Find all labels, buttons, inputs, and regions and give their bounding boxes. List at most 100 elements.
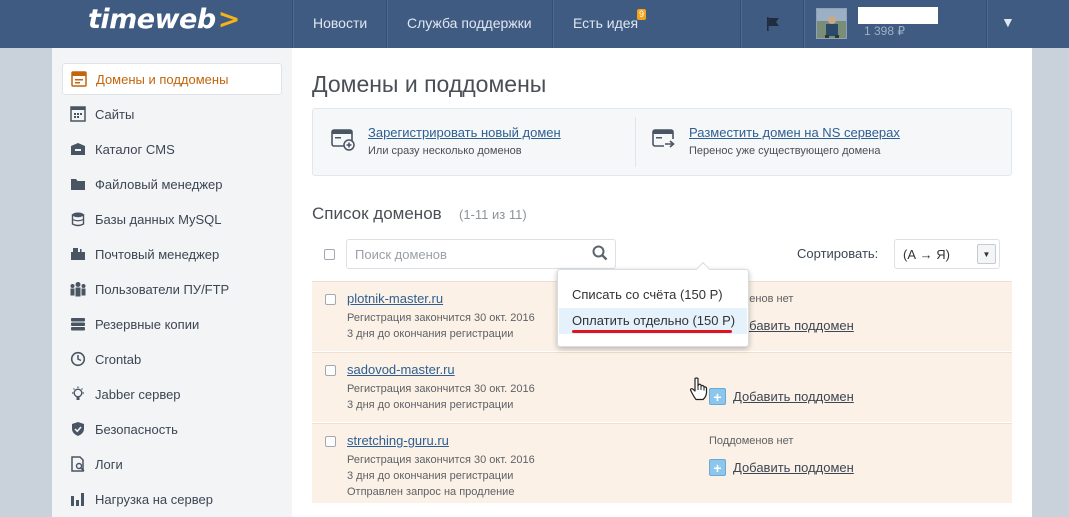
register-domain-hint: Или сразу несколько доменов: [368, 145, 522, 157]
database-icon: [69, 211, 87, 227]
backup-icon: [69, 316, 87, 332]
domain-name-link[interactable]: plotnik-master.ru: [347, 291, 443, 306]
sidebar-item-crontab[interactable]: Crontab: [62, 343, 282, 375]
account-balance: 1 398 ₽: [864, 24, 905, 38]
sidebar-item-label: Безопасность: [95, 421, 178, 437]
idea-count-badge: 9: [637, 9, 647, 20]
domain-actions-panel: Зарегистрировать новый домен Или сразу н…: [312, 108, 1012, 176]
sidebar-item-backups[interactable]: Резервные копии: [62, 308, 282, 340]
sidebar-item-label: Crontab: [95, 351, 142, 367]
domain-days-left: 3 дня до окончания регистрации: [347, 470, 514, 482]
sidebar-item-domains[interactable]: Домены и поддомены: [62, 63, 282, 95]
domain-checkbox[interactable]: [325, 436, 336, 447]
sort-label: Сортировать:: [797, 246, 879, 261]
register-domain-link[interactable]: Зарегистрировать новый домен: [368, 125, 561, 140]
domain-list-count: (1-11 из 11): [459, 207, 527, 222]
sidebar-item-logs[interactable]: Логи: [62, 448, 282, 480]
sidebar-item-label: Резервные копии: [95, 316, 200, 332]
sidebar-item-label: Нагрузка на сервер: [95, 491, 213, 507]
ns-domain-link[interactable]: Разместить домен на NS серверах: [689, 125, 900, 140]
sites-icon: [69, 106, 87, 122]
domain-row: sadovod-master.ru Регистрация закончится…: [312, 352, 1012, 422]
sidebar-item-label: Jabber сервер: [95, 386, 181, 402]
search-input[interactable]: [355, 247, 585, 262]
domain-checkbox[interactable]: [325, 365, 336, 376]
sidebar-item-sites[interactable]: Сайты: [62, 98, 282, 130]
chevron-down-icon[interactable]: ▼: [977, 244, 996, 264]
domain-name-link[interactable]: sadovod-master.ru: [347, 362, 455, 377]
avatar-image: [817, 9, 846, 38]
nav-support[interactable]: Служба поддержки: [407, 15, 532, 31]
username-field[interactable]: [858, 7, 938, 24]
domain-list-title: Список доменов: [312, 204, 442, 223]
add-subdomain-label: Добавить поддомен: [733, 460, 854, 475]
domain-expiry: Регистрация закончится 30 окт. 2016: [347, 383, 535, 395]
plus-icon: +: [709, 388, 726, 405]
search-icon[interactable]: [592, 245, 608, 261]
nav-divider: [803, 0, 804, 48]
logo-text: timeweb: [88, 4, 216, 35]
domain-days-left: 3 дня до окончания регистрации: [347, 328, 514, 340]
clock-icon: [69, 351, 87, 367]
register-domain-icon: [331, 129, 355, 151]
pay-from-balance-option[interactable]: Списать со счёта (150 Р): [572, 287, 723, 302]
ns-domain-hint: Перенос уже существующего домена: [689, 145, 881, 157]
domain-days-left: 3 дня до окончания регистрации: [347, 399, 514, 411]
sidebar-item-label: Логи: [95, 456, 123, 472]
add-subdomain-button[interactable]: + Добавить поддомен: [709, 388, 854, 405]
transfer-domain-icon: [652, 129, 676, 149]
domain-expiry: Регистрация закончится 30 окт. 2016: [347, 454, 535, 466]
sidebar-item-label: Сайты: [95, 106, 135, 122]
user-menu-dropdown[interactable]: ▼: [1001, 14, 1015, 30]
logo-area: timeweb>: [52, 0, 292, 48]
subdomains-status: Поддоменов нет: [709, 435, 794, 447]
domain-name-link[interactable]: stretching-guru.ru: [347, 433, 449, 448]
sidebar-item-security[interactable]: Безопасность: [62, 413, 282, 445]
page-title: Домены и поддомены: [312, 71, 547, 97]
nav-divider: [552, 0, 553, 48]
sidebar-item-cms-catalog[interactable]: Каталог CMS: [62, 133, 282, 165]
nav-news[interactable]: Новости: [313, 15, 367, 31]
flag-icon[interactable]: [765, 16, 781, 32]
nav-idea[interactable]: Есть идея: [573, 15, 638, 31]
sidebar-item-mysql[interactable]: Базы данных MySQL: [62, 203, 282, 235]
sidebar-item-file-manager[interactable]: Файловый менеджер: [62, 168, 282, 200]
logs-icon: [69, 456, 87, 472]
hand-cursor-icon: [689, 377, 708, 401]
red-underline-annotation: [572, 330, 732, 333]
nav-divider: [986, 0, 987, 48]
add-subdomain-button[interactable]: + Добавить поддомен: [709, 459, 854, 476]
nav-divider: [740, 0, 741, 48]
sidebar-item-label: Почтовый менеджер: [95, 246, 220, 262]
sidebar-item-jabber[interactable]: Jabber сервер: [62, 378, 282, 410]
domains-icon: [70, 71, 88, 87]
sidebar-item-label: Домены и поддомены: [96, 71, 229, 87]
renewal-request-note: Отправлен запрос на продление: [347, 486, 515, 498]
actions-divider: [635, 117, 636, 167]
sidebar: Домены и поддомены Сайты Каталог CMS Фай…: [52, 48, 292, 517]
sort-value: (А → Я): [903, 247, 950, 262]
select-all-checkbox[interactable]: [324, 249, 335, 260]
sidebar-item-label: Каталог CMS: [95, 141, 175, 157]
nav-divider: [386, 0, 387, 48]
cms-catalog-icon: [69, 141, 87, 157]
timeweb-logo[interactable]: timeweb>: [88, 4, 240, 35]
sidebar-item-mail-manager[interactable]: Почтовый менеджер: [62, 238, 282, 270]
mailbox-icon: [69, 246, 87, 262]
avatar[interactable]: [816, 8, 847, 39]
sidebar-item-server-load[interactable]: Нагрузка на сервер: [62, 483, 282, 515]
sidebar-item-label: Файловый менеджер: [95, 176, 223, 192]
page-content: Домены и поддомены Сайты Каталог CMS Фай…: [52, 48, 1032, 517]
add-subdomain-label: Добавить поддомен: [733, 389, 854, 404]
domain-row: stretching-guru.ru Регистрация закончитс…: [312, 423, 1012, 503]
sidebar-item-ftp-users[interactable]: Пользователи ПУ/FTP: [62, 273, 282, 305]
sort-select[interactable]: (А → Я) ▼: [894, 239, 1000, 269]
users-icon: [69, 281, 87, 297]
sidebar-item-label: Базы данных MySQL: [95, 211, 222, 227]
payment-popup: Списать со счёта (150 Р) Оплатить отдель…: [557, 261, 749, 347]
folder-icon: [69, 176, 87, 192]
add-subdomain-label: Добавить поддомен: [733, 318, 854, 333]
domain-expiry: Регистрация закончится 30 окт. 2016: [347, 312, 535, 324]
lightbulb-icon: [69, 386, 87, 402]
domain-checkbox[interactable]: [325, 294, 336, 305]
